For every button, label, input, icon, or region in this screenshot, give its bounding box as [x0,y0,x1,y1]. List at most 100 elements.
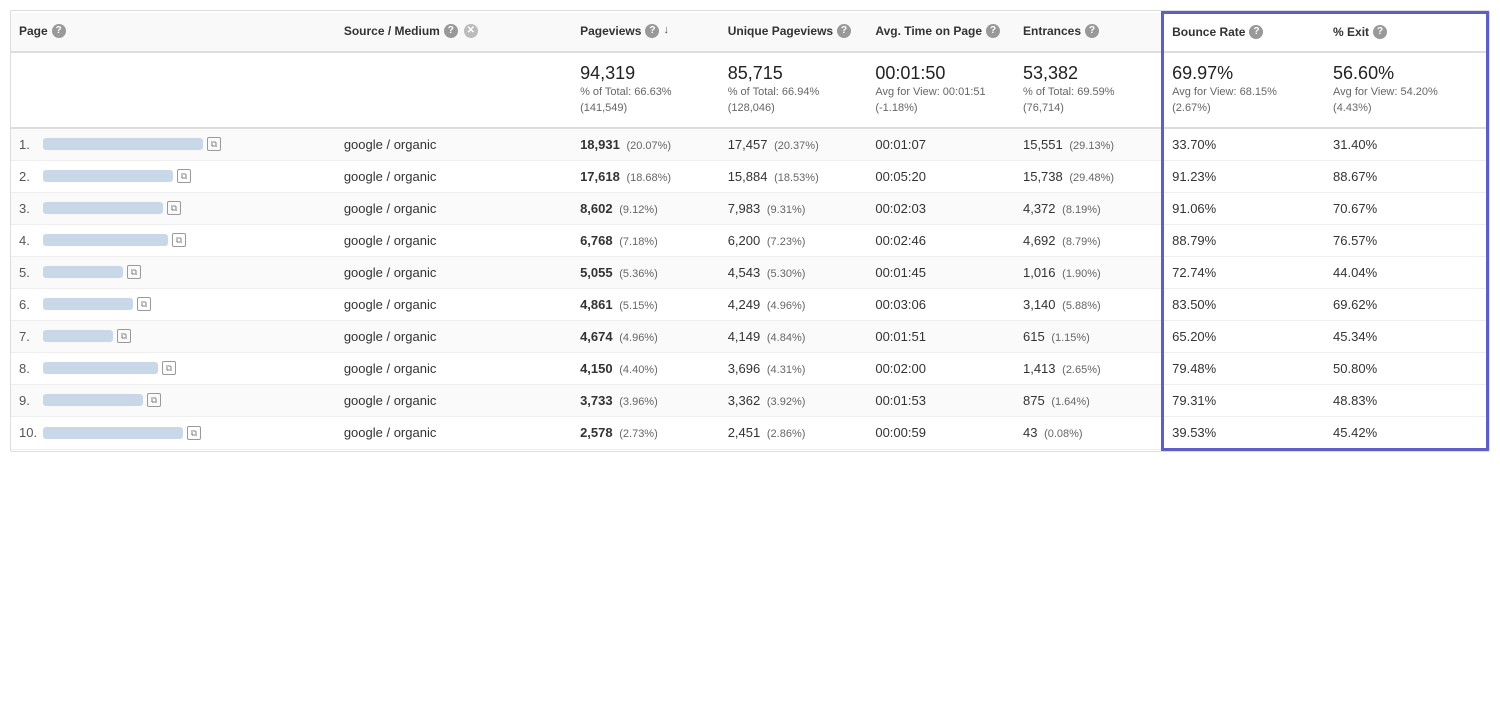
exit-help-icon[interactable]: ? [1373,25,1387,39]
summary-page-cell [11,52,336,128]
entrances-cell: 3,140 (5.88%) [1015,288,1163,320]
row-number: 2. [19,169,39,184]
exit-cell: 50.80% [1325,352,1487,384]
copy-icon[interactable]: ⧉ [117,329,131,343]
copy-icon[interactable]: ⧉ [162,361,176,375]
source-close-icon[interactable]: ✕ [464,24,478,38]
entrances-value: 4,692 [1023,233,1056,248]
unique-pct: (4.84%) [767,332,806,344]
unique-pct: (7.23%) [767,236,806,248]
avgtime-cell: 00:02:03 [867,192,1015,224]
copy-icon[interactable]: ⧉ [207,137,221,151]
page-help-icon[interactable]: ? [52,24,66,38]
page-cell: 10. ⧉ [11,416,336,449]
pageviews-pct: (2.73%) [619,428,658,440]
bounce-help-icon[interactable]: ? [1249,25,1263,39]
table-row: 1. ⧉ google / organic18,931 (20.07%)17,4… [11,128,1488,161]
exit-cell: 45.42% [1325,416,1487,449]
entrances-pct: (1.15%) [1051,332,1090,344]
avgtime-help-icon[interactable]: ? [986,24,1000,38]
entrances-value: 15,738 [1023,169,1063,184]
copy-icon[interactable]: ⧉ [147,393,161,407]
table-header-row: Page ? Source / Medium ? ✕ Pageviews ? [11,13,1488,52]
entrances-pct: (29.13%) [1069,140,1114,152]
unique-value: 6,200 [728,233,761,248]
copy-icon[interactable]: ⧉ [187,426,201,440]
entrances-help-icon[interactable]: ? [1085,24,1099,38]
pageviews-header-label: Pageviews [580,23,641,40]
entrances-cell: 4,372 (8.19%) [1015,192,1163,224]
pageviews-value: 4,861 [580,297,613,312]
unique-value: 17,457 [728,137,768,152]
page-cell: 1. ⧉ [11,128,336,161]
pageviews-cell: 3,733 (3.96%) [572,384,720,416]
pageviews-value: 2,578 [580,425,613,440]
table-row: 10. ⧉ google / organic2,578 (2.73%)2,451… [11,416,1488,449]
page-cell: 5. ⧉ [11,256,336,288]
source-cell: google / organic [336,352,572,384]
summary-unique-sub: % of Total: 66.94% (128,046) [728,84,860,117]
pageviews-pct: (5.15%) [619,300,658,312]
source-help-icon[interactable]: ? [444,24,458,38]
pageviews-sort-icon[interactable]: ↓ [663,23,669,38]
pageviews-cell: 17,618 (18.68%) [572,160,720,192]
pageviews-pct: (4.96%) [619,332,658,344]
summary-pageviews-sub: % of Total: 66.63% (141,549) [580,84,712,117]
copy-icon[interactable]: ⧉ [137,297,151,311]
summary-exit-cell: 56.60% Avg for View: 54.20% (4.43%) [1325,52,1487,128]
copy-icon[interactable]: ⧉ [127,265,141,279]
pageviews-cell: 8,602 (9.12%) [572,192,720,224]
table-row: 8. ⧉ google / organic4,150 (4.40%)3,696 … [11,352,1488,384]
entrances-value: 4,372 [1023,201,1056,216]
unique-cell: 4,149 (4.84%) [720,320,868,352]
summary-avgtime-cell: 00:01:50 Avg for View: 00:01:51 (-1.18%) [867,52,1015,128]
unique-cell: 3,696 (4.31%) [720,352,868,384]
row-number: 3. [19,201,39,216]
unique-value: 3,362 [728,393,761,408]
table-row: 2. ⧉ google / organic17,618 (18.68%)15,8… [11,160,1488,192]
source-cell: google / organic [336,320,572,352]
exit-header-label: % Exit [1333,24,1369,41]
entrances-value: 43 [1023,425,1037,440]
unique-pct: (4.31%) [767,364,806,376]
entrances-cell: 15,738 (29.48%) [1015,160,1163,192]
unique-help-icon[interactable]: ? [837,24,851,38]
summary-unique-cell: 85,715 % of Total: 66.94% (128,046) [720,52,868,128]
summary-bounce-sub: Avg for View: 68.15% (2.67%) [1172,84,1317,117]
summary-entrances-main: 53,382 [1023,63,1153,84]
entrances-cell: 43 (0.08%) [1015,416,1163,449]
col-header-unique: Unique Pageviews ? [720,13,868,52]
row-number: 1. [19,137,39,152]
pageviews-cell: 18,931 (20.07%) [572,128,720,161]
copy-icon[interactable]: ⧉ [177,169,191,183]
pageviews-cell: 6,768 (7.18%) [572,224,720,256]
exit-cell: 48.83% [1325,384,1487,416]
bounce-cell: 65.20% [1163,320,1325,352]
avgtime-cell: 00:01:51 [867,320,1015,352]
source-cell: google / organic [336,288,572,320]
pageviews-help-icon[interactable]: ? [645,24,659,38]
unique-pct: (18.53%) [774,172,819,184]
row-number: 4. [19,233,39,248]
col-header-avgtime: Avg. Time on Page ? [867,13,1015,52]
table-row: 3. ⧉ google / organic8,602 (9.12%)7,983 … [11,192,1488,224]
row-number: 9. [19,393,39,408]
source-cell: google / organic [336,384,572,416]
copy-icon[interactable]: ⧉ [172,233,186,247]
copy-icon[interactable]: ⧉ [167,201,181,215]
unique-value: 2,451 [728,425,761,440]
table-row: 9. ⧉ google / organic3,733 (3.96%)3,362 … [11,384,1488,416]
page-blurred [43,298,133,310]
exit-cell: 76.57% [1325,224,1487,256]
unique-cell: 6,200 (7.23%) [720,224,868,256]
source-cell: google / organic [336,192,572,224]
unique-pct: (5.30%) [767,268,806,280]
col-header-entrances: Entrances ? [1015,13,1163,52]
page-cell: 9. ⧉ [11,384,336,416]
avgtime-cell: 00:01:07 [867,128,1015,161]
summary-unique-main: 85,715 [728,63,860,84]
avgtime-cell: 00:01:53 [867,384,1015,416]
entrances-pct: (2.65%) [1062,364,1101,376]
exit-cell: 69.62% [1325,288,1487,320]
avgtime-header-label: Avg. Time on Page [875,23,982,40]
